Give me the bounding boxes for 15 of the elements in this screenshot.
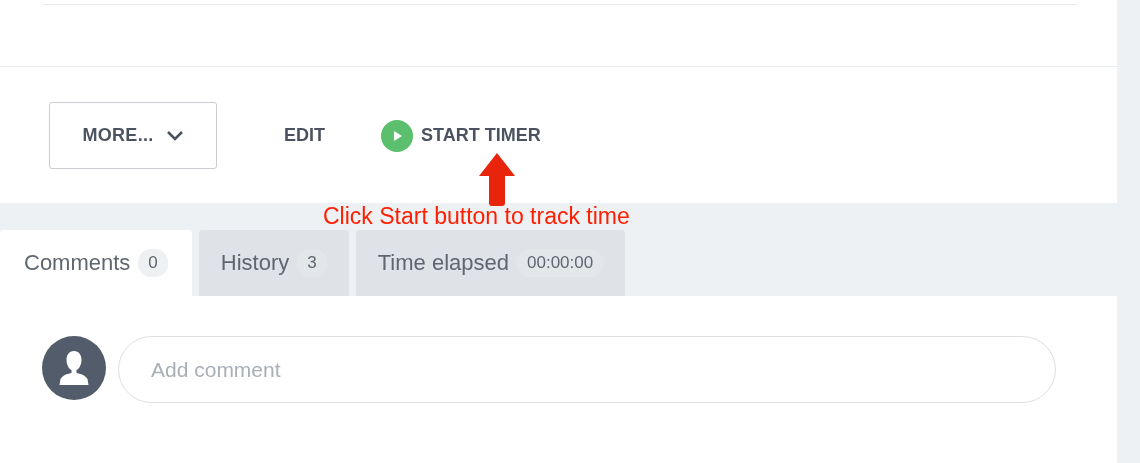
avatar-icon xyxy=(42,336,106,400)
chevron-down-icon xyxy=(165,130,184,141)
comment-input[interactable]: Add comment xyxy=(118,336,1056,403)
more-button[interactable]: MORE... xyxy=(49,102,217,169)
count-badge: 3 xyxy=(297,249,327,277)
count-badge: 0 xyxy=(138,249,168,277)
tab[interactable]: Time elapsed 00:00:00 xyxy=(355,230,626,296)
annotation-text: Click Start button to track time xyxy=(323,203,630,230)
up-arrow-icon xyxy=(478,152,516,206)
start-timer-button[interactable]: START TIMER xyxy=(381,102,541,169)
play-icon xyxy=(381,119,413,152)
edit-button[interactable]: EDIT xyxy=(284,102,325,169)
count-badge: 00:00:00 xyxy=(517,249,604,277)
tab[interactable]: Comments 0 xyxy=(0,230,192,296)
tab[interactable]: History 3 xyxy=(198,230,349,296)
